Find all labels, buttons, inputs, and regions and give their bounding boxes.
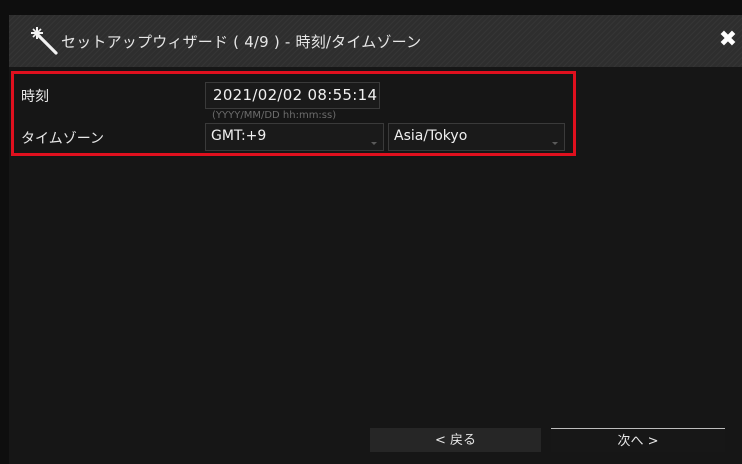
title-bar: セットアップウィザード ( 4/9 ) - 時刻/タイムゾーン ✖ <box>9 15 742 67</box>
setup-wizard-window: セットアップウィザード ( 4/9 ) - 時刻/タイムゾーン ✖ 時刻 202… <box>9 15 742 464</box>
chevron-down-icon <box>371 142 377 145</box>
datetime-format-hint: (YYYY/MM/DD hh:mm:ss) <box>212 110 337 121</box>
timezone-select[interactable]: Asia/Tokyo <box>388 123 565 151</box>
magic-wand-icon <box>29 25 59 55</box>
datetime-input[interactable]: 2021/02/02 08:55:14 <box>205 82 380 109</box>
chevron-down-icon <box>552 142 558 145</box>
next-button[interactable]: 次へ > <box>551 428 725 452</box>
back-button[interactable]: < 戻る <box>370 428 541 452</box>
gmt-offset-select[interactable]: GMT:+9 <box>205 123 384 151</box>
window-title: セットアップウィザード ( 4/9 ) - 時刻/タイムゾーン <box>61 33 422 51</box>
close-button[interactable]: ✖ <box>717 29 739 51</box>
time-label: 時刻 <box>21 89 49 105</box>
timezone-label: タイムゾーン <box>21 131 105 147</box>
close-icon: ✖ <box>718 27 738 52</box>
gmt-offset-value: GMT:+9 <box>211 128 267 144</box>
timezone-value: Asia/Tokyo <box>394 128 468 144</box>
